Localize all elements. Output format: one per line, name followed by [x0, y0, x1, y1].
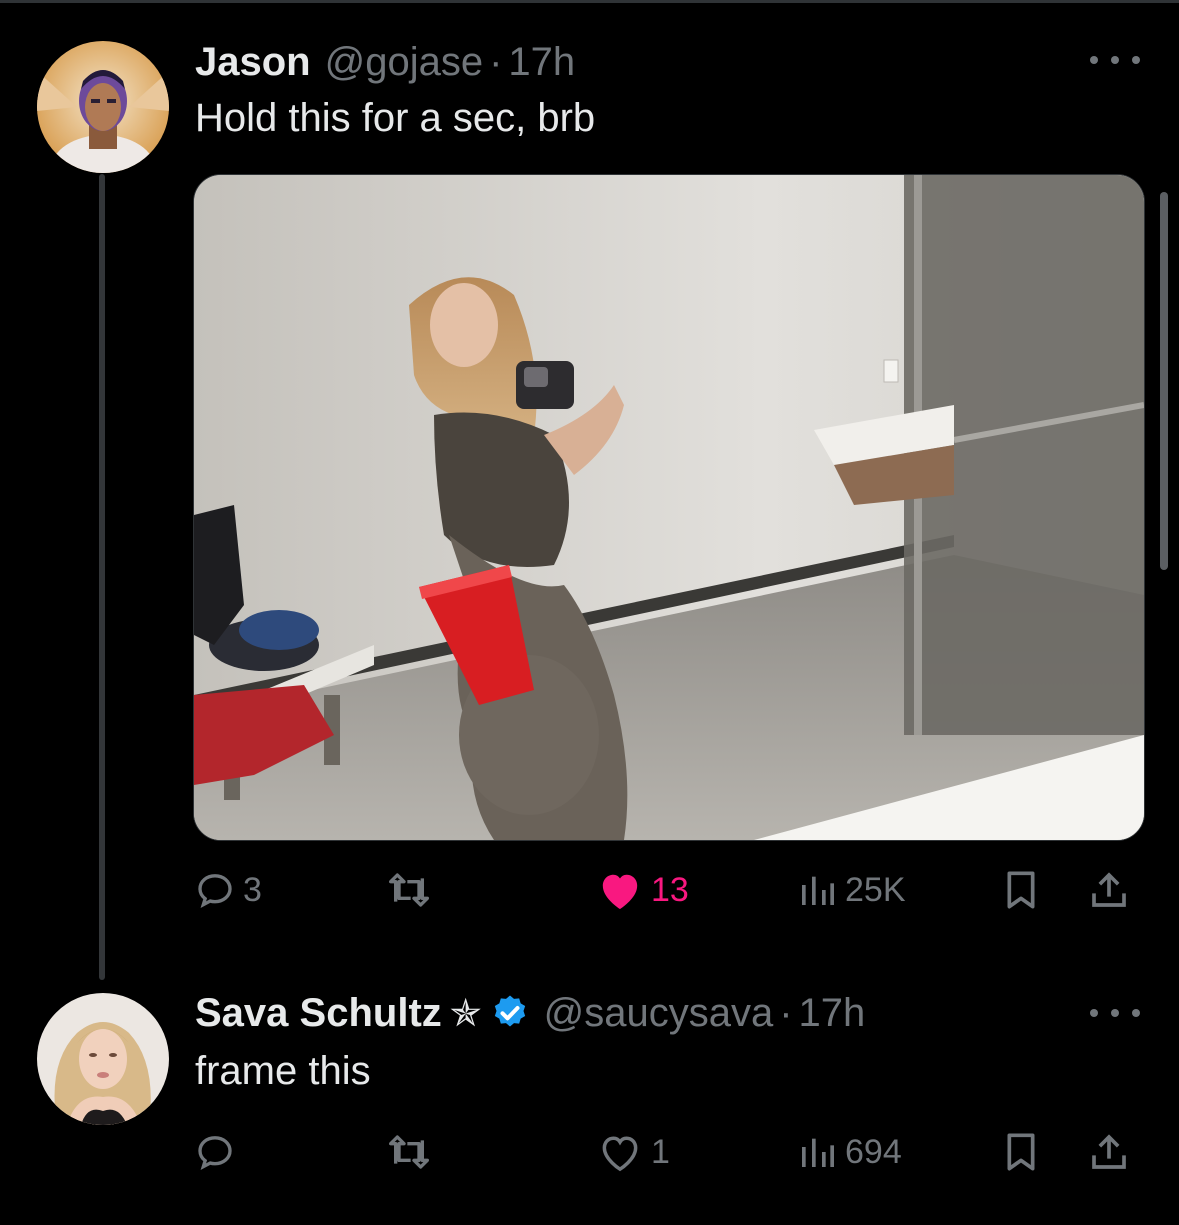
reply-count: 3 [243, 870, 262, 909]
author-handle[interactable]: @saucysava [544, 991, 774, 1036]
bookmark-icon [1007, 1133, 1035, 1171]
separator-dot: · [779, 990, 793, 1035]
like-count: 1 [651, 1132, 670, 1171]
views-icon [802, 1138, 834, 1167]
bookmark-button[interactable] [1001, 860, 1041, 920]
avatar-jason[interactable] [37, 41, 169, 173]
reply-icon [198, 874, 232, 909]
author-name[interactable]: Sava Schultz [195, 991, 442, 1036]
heart-icon [602, 874, 638, 910]
thread-connector-line [99, 174, 105, 980]
verified-badge-icon [494, 995, 525, 1027]
scrollbar[interactable] [1160, 192, 1168, 570]
like-button[interactable]: 1 [597, 1122, 670, 1182]
like-count: 13 [651, 870, 689, 909]
reply-icon [198, 1136, 232, 1171]
timestamp[interactable]: 17h [508, 40, 575, 85]
name-star-symbol: ✯ [449, 992, 482, 1035]
like-button[interactable]: 13 [597, 860, 689, 920]
tweet-text: Hold this for a sec, brb [195, 96, 596, 140]
bookmark-button[interactable] [1001, 1122, 1041, 1182]
tweet1-action-bar: 3 13 25K [195, 860, 1145, 920]
reply-button[interactable] [195, 1122, 235, 1182]
bookmark-icon [1007, 871, 1035, 909]
author-handle[interactable]: @gojase [325, 40, 483, 85]
tweet1-header: Jason @gojase · 17h [195, 37, 575, 87]
views-icon [802, 876, 834, 905]
retweet-icon [388, 873, 429, 907]
reply-button[interactable]: 3 [195, 860, 262, 920]
tweet2-header: Sava Schultz ✯ @saucysava · 17h [195, 988, 865, 1038]
separator-dot: · [489, 39, 503, 84]
heart-icon [602, 1136, 638, 1172]
avatar-sava-schultz[interactable] [37, 993, 169, 1125]
share-icon [1092, 872, 1126, 907]
views-button[interactable]: 25K [797, 860, 906, 920]
author-name[interactable]: Jason [195, 40, 311, 85]
views-button[interactable]: 694 [797, 1122, 902, 1182]
top-divider [0, 0, 1179, 3]
share-button[interactable] [1089, 1122, 1129, 1182]
timestamp[interactable]: 17h [799, 991, 866, 1036]
tweet2-action-bar: 1 694 [195, 1122, 1145, 1182]
tweet-media-photo[interactable] [193, 174, 1145, 841]
retweet-button[interactable] [387, 860, 431, 920]
retweet-button[interactable] [387, 1122, 431, 1182]
retweet-icon [388, 1135, 429, 1169]
more-icon[interactable] [1090, 998, 1140, 1028]
views-count: 694 [845, 1132, 902, 1171]
share-icon [1092, 1134, 1126, 1169]
share-button[interactable] [1089, 860, 1129, 920]
more-icon[interactable] [1090, 45, 1140, 75]
views-count: 25K [845, 870, 906, 909]
tweet-text: frame this [195, 1049, 371, 1093]
